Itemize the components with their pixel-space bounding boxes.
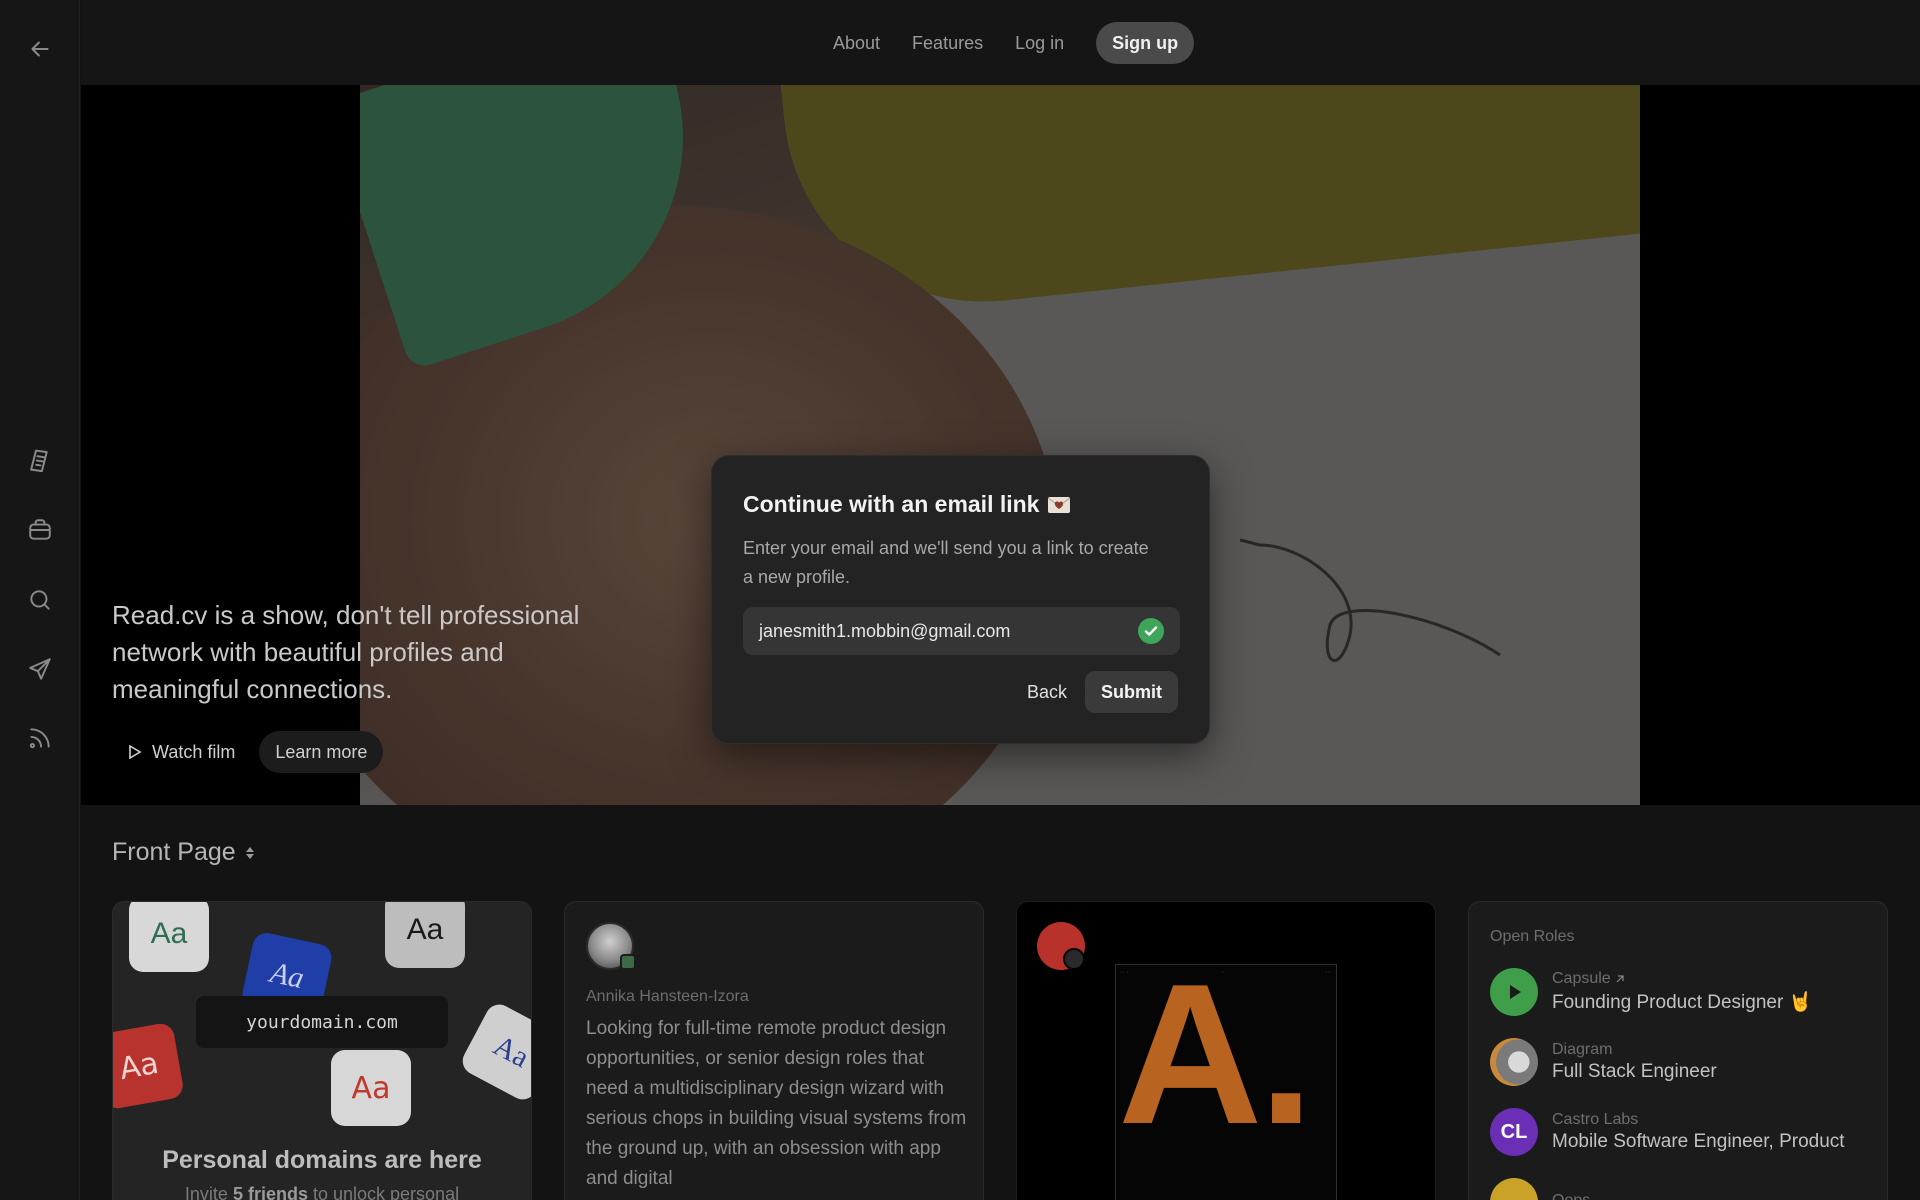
email-link-modal: Continue with an email link Enter your e…: [711, 455, 1210, 744]
back-arrow-icon[interactable]: [22, 31, 58, 67]
role-item[interactable]: Diagram Full Stack Engineer: [1490, 1036, 1717, 1088]
modal-title-text: Continue with an email link: [743, 491, 1040, 517]
domains-card-title: Personal domains are here: [162, 1146, 482, 1174]
company-logo: [1490, 1038, 1538, 1086]
role-item[interactable]: Capsule Founding Product Designer 🤘: [1490, 966, 1812, 1018]
modal-title: Continue with an email link: [743, 491, 1071, 518]
play-icon: [1510, 985, 1521, 999]
post-card[interactable]: Annika Hansteen-Izora Looking for full-t…: [564, 901, 984, 1200]
hero-tagline: Read.cv is a show, don't tell profession…: [112, 600, 580, 704]
nav-login-link[interactable]: Log in: [999, 22, 1080, 64]
role-company[interactable]: Oops: [1552, 1192, 1590, 1200]
role-company[interactable]: Diagram: [1552, 1041, 1717, 1059]
play-icon: [129, 745, 142, 759]
watch-film-label: Watch film: [152, 741, 236, 762]
external-link-icon: [1616, 975, 1624, 983]
role-title: Full Stack Engineer: [1552, 1061, 1717, 1082]
watch-film-button[interactable]: Watch film: [112, 731, 251, 773]
open-roles-card: Open Roles Capsule Founding Product Desi…: [1468, 901, 1888, 1200]
domain-box: yourdomain.com: [196, 996, 448, 1048]
email-value[interactable]: janesmith1.mobbin@gmail.com: [759, 621, 1138, 642]
document-icon[interactable]: [22, 443, 58, 479]
avatar-badge: [620, 954, 636, 970]
role-item[interactable]: Oops: [1490, 1176, 1590, 1200]
back-button[interactable]: Back: [1017, 671, 1077, 713]
send-icon[interactable]: [22, 651, 58, 687]
email-field[interactable]: janesmith1.mobbin@gmail.com: [743, 607, 1180, 655]
sidebar: [0, 0, 80, 1200]
post-author[interactable]: Annika Hansteen-Izora: [586, 988, 749, 1006]
avatar-badge: [1063, 948, 1085, 970]
role-title-text: Founding Product Designer: [1552, 992, 1784, 1013]
role-item[interactable]: CL Castro Labs Mobile Software Engineer,…: [1490, 1106, 1845, 1158]
font-tile: Aa: [385, 902, 465, 968]
font-tile: Aa: [457, 999, 531, 1105]
open-roles-label: Open Roles: [1490, 928, 1575, 945]
modal-description: Enter your email and we'll send you a li…: [743, 538, 1149, 587]
nav-features-link[interactable]: Features: [896, 22, 999, 64]
role-company[interactable]: Capsule: [1552, 970, 1812, 988]
search-icon[interactable]: [22, 582, 58, 618]
company-logo: [1490, 968, 1538, 1016]
personal-domains-card[interactable]: Aa Aa Aa Aa Aa Aa yourdomain.com Persona…: [112, 901, 532, 1200]
font-tile: Aa: [113, 1021, 185, 1111]
rss-icon[interactable]: [22, 720, 58, 756]
font-tile: Aa: [129, 902, 209, 972]
rock-hand-icon: 🤘: [1788, 992, 1813, 1013]
domains-card-subtitle: Invite 5 friends to unlock personal: [113, 1184, 531, 1200]
valid-check-icon: [1138, 618, 1164, 644]
subtitle-prefix: Invite: [184, 1184, 233, 1200]
envelope-heart-icon: [1048, 496, 1071, 513]
font-tile: Aa: [331, 1050, 411, 1126]
role-company[interactable]: Castro Labs: [1552, 1111, 1845, 1129]
sort-chevrons-icon: [244, 838, 256, 867]
top-navigation: About Features Log in Sign up: [81, 0, 1920, 85]
post-text: Looking for full-time remote product des…: [586, 1018, 967, 1189]
poster-image: ·· · ·· ··· A.: [1115, 955, 1337, 1200]
pencil-line: [1240, 538, 1501, 662]
company-logo: [1490, 1178, 1538, 1200]
front-page-title[interactable]: Front Page: [112, 838, 256, 867]
role-title: Mobile Software Engineer, Product: [1552, 1131, 1845, 1152]
subtitle-bold: 5 friends: [232, 1184, 308, 1200]
role-title: Founding Product Designer 🤘: [1552, 990, 1812, 1014]
role-company-name: Capsule: [1552, 970, 1611, 987]
learn-more-button[interactable]: Learn more: [259, 731, 384, 773]
briefcase-icon[interactable]: [22, 512, 58, 548]
submit-button[interactable]: Submit: [1085, 671, 1178, 713]
company-logo: CL: [1490, 1108, 1538, 1156]
front-page-title-text: Front Page: [112, 838, 236, 866]
subtitle-suffix: to unlock personal: [307, 1184, 460, 1200]
nav-about-link[interactable]: About: [817, 22, 896, 64]
poster-card[interactable]: ·· · ·· ··· A.: [1016, 901, 1436, 1200]
signup-button[interactable]: Sign up: [1096, 22, 1195, 64]
poster-big-text: A.: [1118, 943, 1314, 1166]
